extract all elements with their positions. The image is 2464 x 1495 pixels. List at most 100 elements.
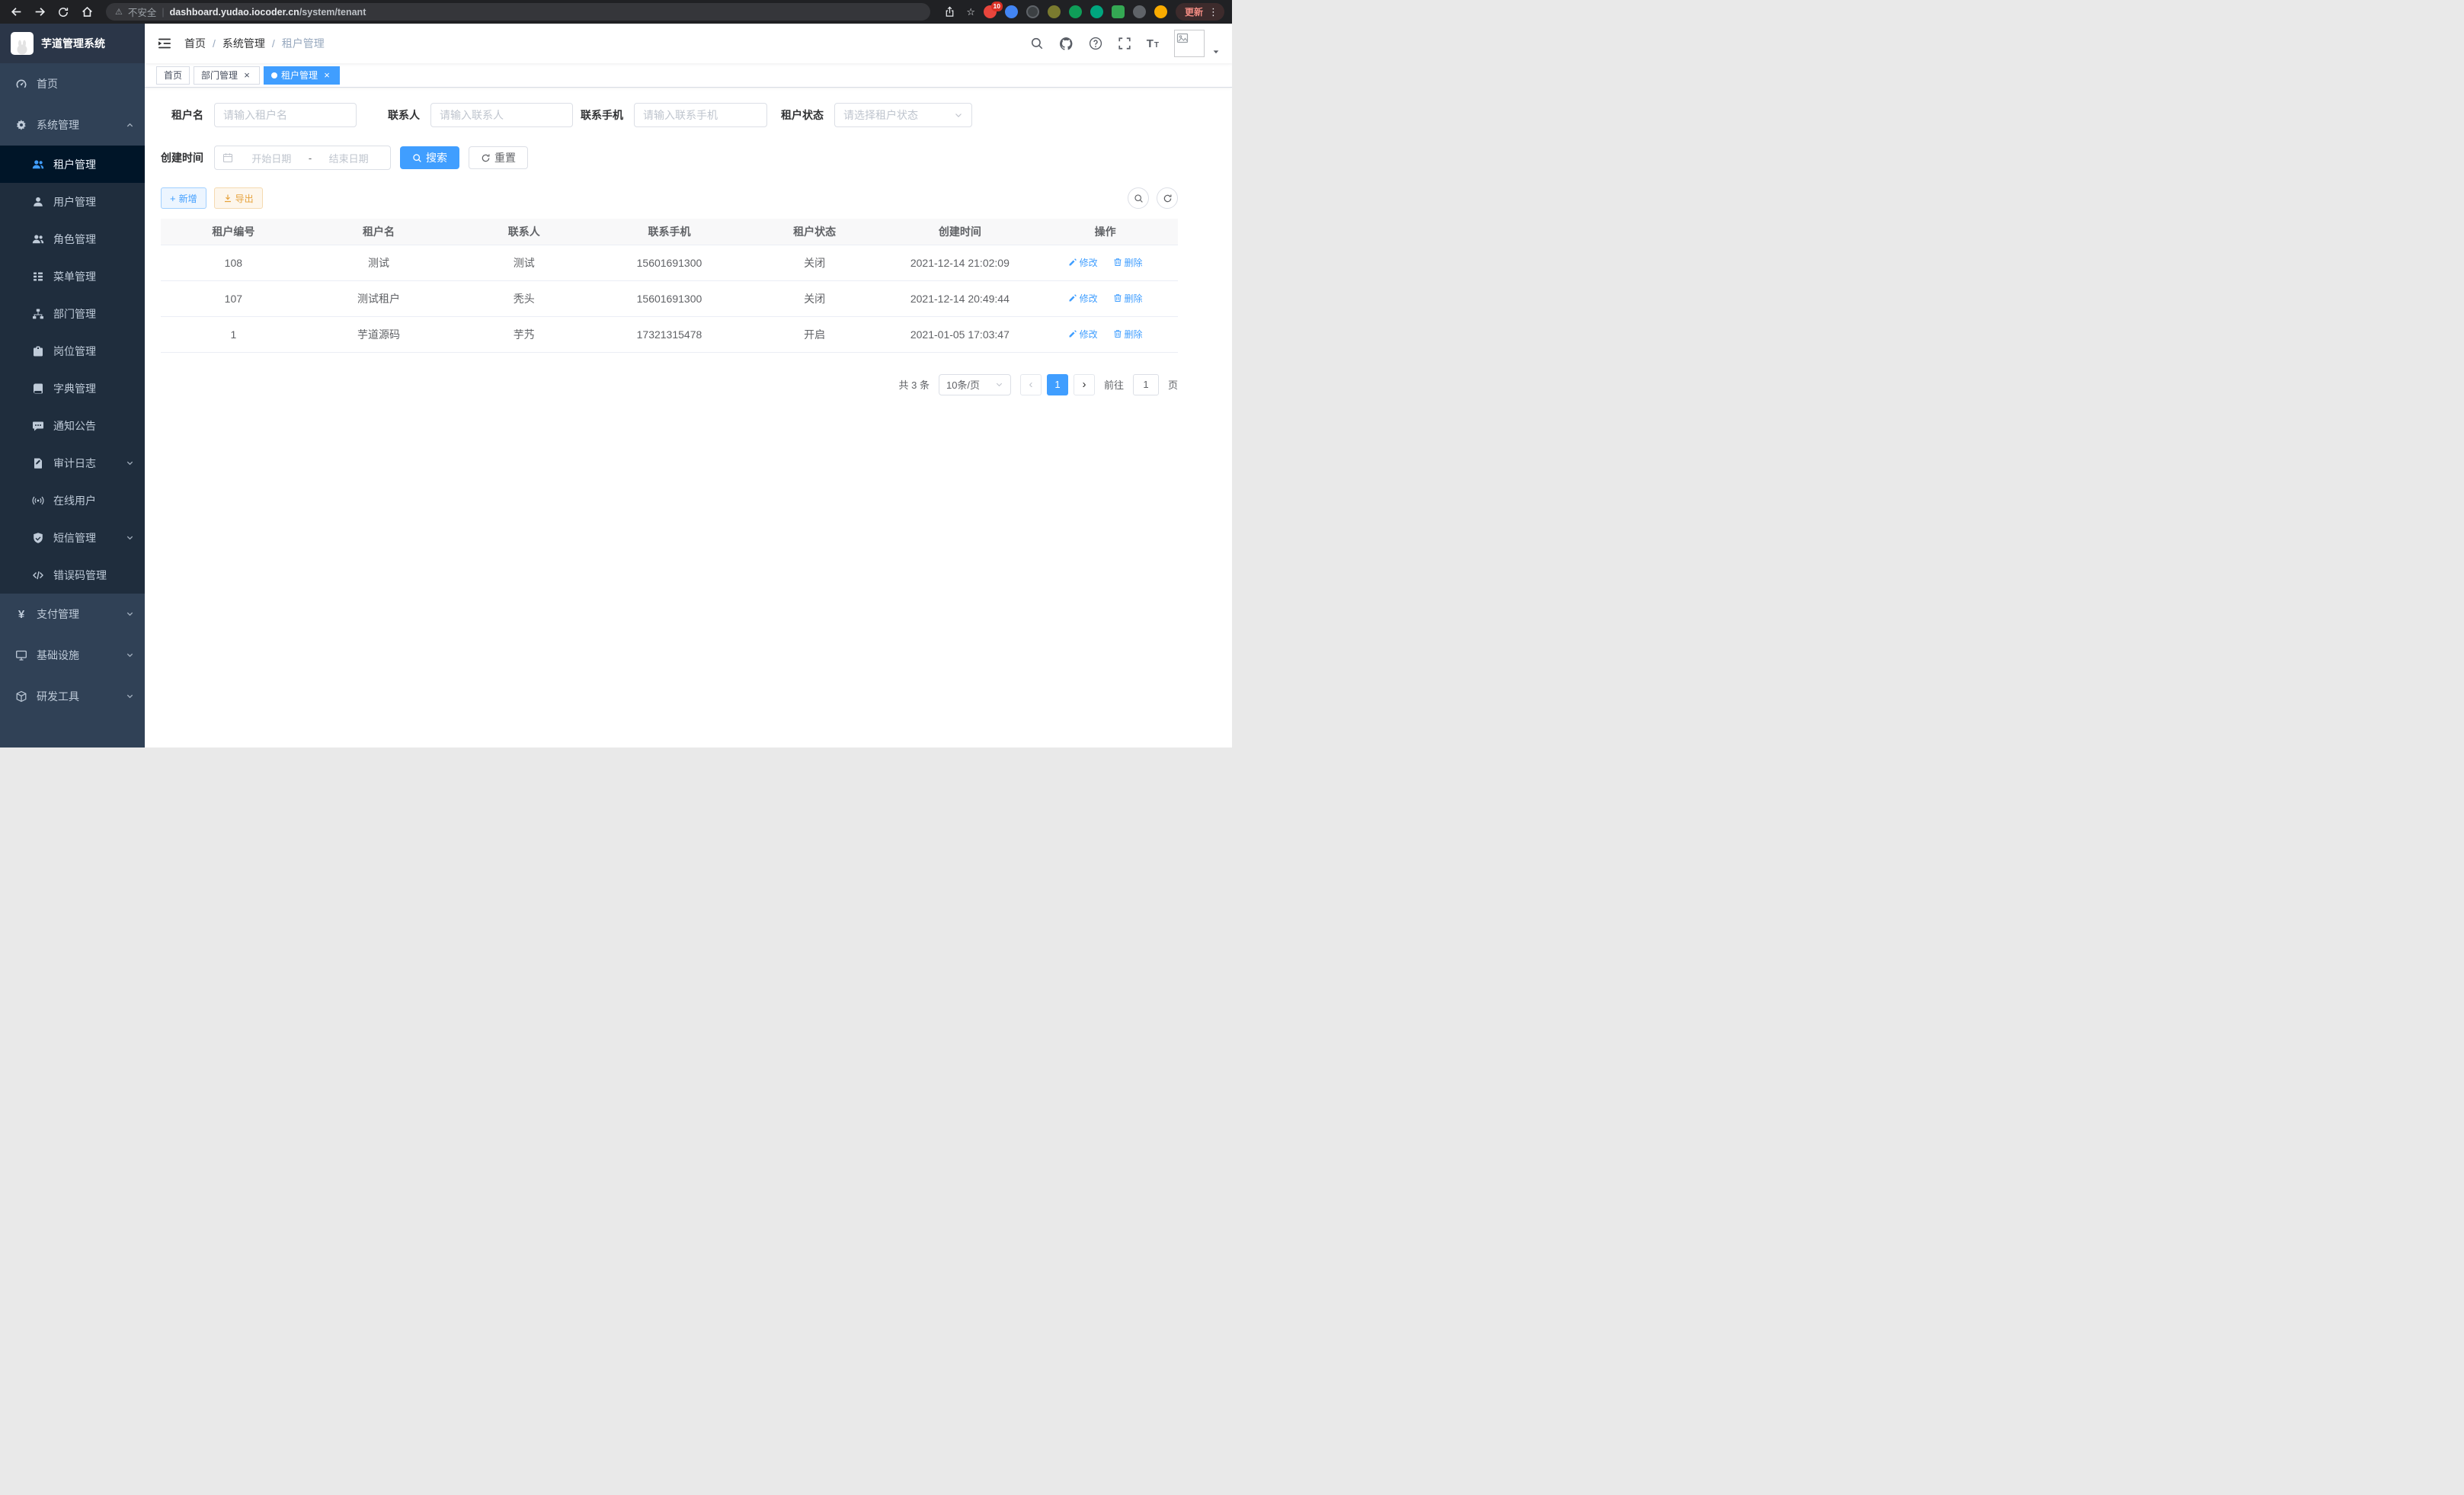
sidebar-item-error-code[interactable]: 错误码管理 <box>0 556 145 594</box>
font-small-glyph: T <box>1154 42 1159 50</box>
badge-icon <box>32 345 44 357</box>
sidebar-item-infrastructure[interactable]: 基础设施 <box>0 635 145 676</box>
sidebar-item-label: 首页 <box>37 76 58 91</box>
delete-link[interactable]: 删除 <box>1113 328 1143 341</box>
reset-button[interactable]: 重置 <box>469 146 528 169</box>
page-size-value: 10条/页 <box>946 377 980 392</box>
help-icon[interactable] <box>1089 37 1102 50</box>
sidebar-item-label: 研发工具 <box>37 689 79 704</box>
extension-icon[interactable] <box>1026 5 1039 18</box>
page-size-select[interactable]: 10条/页 <box>939 374 1011 395</box>
extension-icon[interactable]: 10 <box>984 5 997 18</box>
column-header: 创建时间 <box>888 219 1033 245</box>
sidebar-item-menu[interactable]: 菜单管理 <box>0 258 145 295</box>
edit-link[interactable]: 修改 <box>1068 292 1098 305</box>
cell-contact: 测试 <box>451 245 597 280</box>
caret-down-icon[interactable] <box>1212 48 1220 57</box>
dashboard-icon <box>15 78 27 90</box>
bookmark-star-icon[interactable]: ☆ <box>966 7 975 17</box>
search-button[interactable]: 搜索 <box>400 146 459 169</box>
cell-actions: 修改 删除 <box>1032 245 1178 280</box>
search-button-label: 搜索 <box>426 150 447 165</box>
sidebar-item-post[interactable]: 岗位管理 <box>0 332 145 370</box>
tab-dept[interactable]: 部门管理× <box>194 66 260 85</box>
puzzle-extension-icon[interactable] <box>1133 5 1146 18</box>
tenant-name-input[interactable] <box>214 103 357 127</box>
sidebar-item-home[interactable]: 首页 <box>0 63 145 104</box>
cell-contact: 秃头 <box>451 280 597 316</box>
status-label: 租户状态 <box>781 107 824 123</box>
sidebar-item-role[interactable]: 角色管理 <box>0 220 145 258</box>
tab-tenant[interactable]: 租户管理× <box>264 66 340 85</box>
extension-icon[interactable] <box>1048 5 1061 18</box>
sidebar-item-audit-log[interactable]: 审计日志 <box>0 444 145 482</box>
more-vertical-icon[interactable]: ⋮ <box>1208 7 1218 17</box>
sidebar-item-user[interactable]: 用户管理 <box>0 183 145 220</box>
sidebar-item-system[interactable]: 系统管理 <box>0 104 145 146</box>
export-button[interactable]: 导出 <box>214 187 263 209</box>
edit-link[interactable]: 修改 <box>1068 328 1098 341</box>
forward-icon[interactable] <box>31 4 48 21</box>
fullscreen-icon[interactable] <box>1118 37 1131 50</box>
reload-icon[interactable] <box>55 4 72 21</box>
chrome-update-button[interactable]: 更新 ⋮ <box>1176 3 1224 21</box>
sidebar-item-tenant[interactable]: 租户管理 <box>0 146 145 183</box>
extension-icon[interactable] <box>1005 5 1018 18</box>
chevron-down-icon <box>126 532 134 544</box>
payment-icon: ¥ <box>15 608 27 620</box>
search-icon[interactable] <box>1030 37 1044 50</box>
close-icon[interactable]: × <box>322 70 332 81</box>
address-bar[interactable]: ⚠ 不安全 | dashboard.yudao.iocoder.cn/syste… <box>106 3 930 21</box>
date-range-picker[interactable]: 开始日期 - 结束日期 <box>214 146 391 170</box>
cell-status: 关闭 <box>742 280 888 316</box>
back-icon[interactable] <box>8 4 24 21</box>
sidebar-item-payment[interactable]: ¥ 支付管理 <box>0 594 145 635</box>
toolbox-icon <box>15 690 27 703</box>
goto-page-input[interactable] <box>1133 374 1159 395</box>
extension-icon[interactable] <box>1112 5 1125 18</box>
delete-link[interactable]: 删除 <box>1113 256 1143 269</box>
share-icon[interactable] <box>941 4 958 21</box>
breadcrumb-home[interactable]: 首页 <box>184 36 206 51</box>
delete-link[interactable]: 删除 <box>1113 292 1143 305</box>
delete-link-label: 删除 <box>1125 328 1143 341</box>
prev-page-button[interactable]: ‹ <box>1020 374 1042 395</box>
sidebar-item-online-users[interactable]: 在线用户 <box>0 482 145 519</box>
phone-input[interactable] <box>634 103 767 127</box>
chevron-down-icon <box>126 608 134 620</box>
sidebar-item-sms[interactable]: 短信管理 <box>0 519 145 556</box>
home-icon[interactable] <box>78 4 95 21</box>
close-icon[interactable]: × <box>242 70 252 81</box>
extension-icon[interactable] <box>1069 5 1082 18</box>
page-unit-label: 页 <box>1168 377 1178 392</box>
refresh-button[interactable] <box>1157 187 1178 209</box>
header-actions: TT <box>1030 30 1220 57</box>
app-logo[interactable]: 芋道管理系统 <box>0 24 145 63</box>
screen: ⚠ 不安全 | dashboard.yudao.iocoder.cn/syste… <box>0 0 1232 748</box>
browser-actions: ☆ 10 更新 ⋮ <box>941 3 1224 21</box>
tab-home[interactable]: 首页 <box>156 66 190 85</box>
github-icon[interactable] <box>1059 37 1074 51</box>
book-icon <box>32 383 44 395</box>
sidebar-item-dept[interactable]: 部门管理 <box>0 295 145 332</box>
sidebar-item-label: 通知公告 <box>53 418 96 434</box>
current-page[interactable]: 1 <box>1047 374 1068 395</box>
sidebar-item-notice[interactable]: 通知公告 <box>0 407 145 444</box>
user-avatar[interactable] <box>1174 30 1205 57</box>
chevron-down-icon <box>126 649 134 661</box>
add-button[interactable]: + 新增 <box>161 187 206 209</box>
toggle-search-button[interactable] <box>1128 187 1149 209</box>
url-domain: dashboard.yudao.iocoder.cn <box>170 7 299 18</box>
sidebar: 芋道管理系统 首页 系统管理 租户管理 <box>0 24 145 748</box>
contact-input[interactable] <box>430 103 573 127</box>
next-page-button[interactable]: › <box>1074 374 1095 395</box>
roles-icon <box>32 233 44 245</box>
extension-icon[interactable] <box>1090 5 1103 18</box>
profile-avatar[interactable] <box>1154 5 1167 18</box>
font-size-icon[interactable]: TT <box>1147 38 1159 50</box>
sidebar-toggle-icon[interactable] <box>157 36 172 51</box>
sidebar-item-dict[interactable]: 字典管理 <box>0 370 145 407</box>
sidebar-item-devtools[interactable]: 研发工具 <box>0 676 145 717</box>
edit-link[interactable]: 修改 <box>1068 256 1098 269</box>
status-select[interactable]: 请选择租户状态 <box>834 103 972 127</box>
